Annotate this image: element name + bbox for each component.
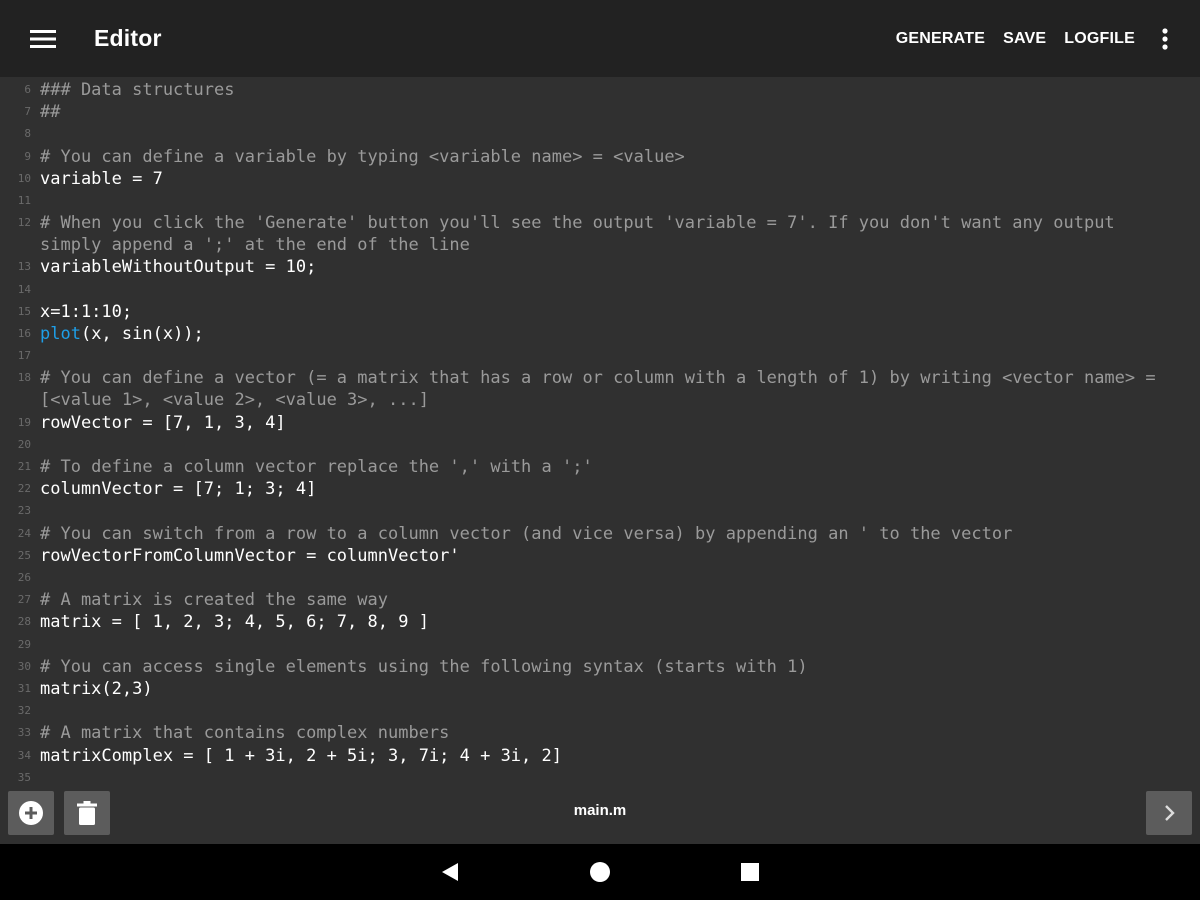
line-number: 22 xyxy=(17,482,31,496)
add-circle-icon xyxy=(19,801,43,825)
function-args: (x, sin(x)); xyxy=(80,324,204,344)
line-number: 17 xyxy=(17,349,31,363)
system-navigation-bar xyxy=(0,844,1200,900)
line-number: 24 xyxy=(17,526,31,540)
line-number: 21 xyxy=(17,460,31,473)
next-file-button[interactable] xyxy=(1146,791,1192,835)
code-comment: # A matrix is created the same way xyxy=(40,590,388,611)
home-circle-icon[interactable] xyxy=(580,852,620,892)
function-name: plot xyxy=(40,324,81,344)
line-number: 27 xyxy=(17,593,31,607)
code-text: x=1:1:10; xyxy=(40,301,133,322)
save-button[interactable]: SAVE xyxy=(994,0,1055,77)
current-filename: main.m xyxy=(573,802,627,819)
back-triangle-icon[interactable] xyxy=(430,852,470,892)
generate-button[interactable]: GENERATE xyxy=(887,0,994,77)
code-text: matrix = [ 1, 2, 3; 4, 5, 6; 7, 8, 9 ] xyxy=(40,612,429,633)
line-number: 18 xyxy=(17,371,31,385)
code-text: matrix(2,3) xyxy=(40,679,153,699)
line-number: 9 xyxy=(24,149,31,163)
code-comment: # A matrix that contains complex numbers xyxy=(40,723,450,744)
code-comment: # To define a column vector replace the … xyxy=(40,457,593,477)
page-title: Editor xyxy=(94,25,162,51)
hamburger-menu-icon[interactable] xyxy=(22,18,64,60)
code-comment: # When you click the 'Generate' button y… xyxy=(40,213,1125,256)
code-text: matrixComplex = [ 1 + 3i, 2 + 5i; 3, 7i;… xyxy=(40,745,562,766)
code-comment: # You can define a vector (= a matrix th… xyxy=(40,368,1166,411)
logfile-button[interactable]: LOGFILE xyxy=(1055,0,1144,77)
line-number: 34 xyxy=(17,748,31,762)
toolbar-actions: GENERATE SAVE LOGFILE xyxy=(887,0,1200,77)
code-comment: ### Data structures xyxy=(40,80,235,100)
delete-file-button[interactable] xyxy=(64,791,110,835)
code-text: rowVectorFromColumnVector = columnVector… xyxy=(40,545,460,566)
add-file-button[interactable] xyxy=(8,791,54,835)
line-number: 26 xyxy=(17,571,31,584)
code-comment: # You can define a variable by typing <v… xyxy=(40,146,685,167)
line-number: 10 xyxy=(17,171,31,185)
line-number: 31 xyxy=(17,682,31,695)
code-comment: # You can switch from a row to a column … xyxy=(40,523,1013,544)
code-text: plot(x, sin(x)); xyxy=(40,323,1180,345)
line-number: 20 xyxy=(17,437,31,451)
line-number: 23 xyxy=(17,504,31,518)
line-number: 35 xyxy=(17,770,31,783)
line-number: 13 xyxy=(17,260,31,274)
line-number: 16 xyxy=(17,327,31,340)
app-bar: Editor GENERATE SAVE LOGFILE xyxy=(0,0,1200,77)
line-number: 11 xyxy=(17,194,31,207)
chevron-right-icon xyxy=(1165,805,1175,821)
line-number: 32 xyxy=(17,704,31,718)
code-editor[interactable]: 6 ### Data structures 7 ## 8 9 # You can defin… xyxy=(0,78,1200,783)
code-text: variableWithoutOutput = 10; xyxy=(40,257,317,278)
line-number: 7 xyxy=(24,105,31,119)
line-number: 25 xyxy=(17,548,31,562)
bottom-bar: main.m xyxy=(0,783,1200,844)
code-comment: # You can access single elements using t… xyxy=(40,656,808,677)
code-text: variable = 7 xyxy=(40,168,163,189)
line-number: 28 xyxy=(17,615,31,629)
line-number: 30 xyxy=(17,659,31,673)
line-number: 29 xyxy=(17,637,31,651)
more-vertical-icon[interactable] xyxy=(1148,19,1182,59)
line-number: 33 xyxy=(17,726,31,740)
code-text: rowVector = [7, 1, 3, 4] xyxy=(40,412,286,433)
code-comment: ## xyxy=(40,102,61,123)
line-number: 12 xyxy=(17,216,31,230)
trash-icon xyxy=(77,801,97,825)
line-number: 19 xyxy=(17,415,31,429)
code-text: columnVector = [7; 1; 3; 4] xyxy=(40,479,317,500)
line-number: 6 xyxy=(24,83,31,96)
line-number: 14 xyxy=(17,282,31,296)
line-number: 8 xyxy=(24,127,31,141)
line-number: 15 xyxy=(17,304,31,318)
recents-square-icon[interactable] xyxy=(730,852,770,892)
